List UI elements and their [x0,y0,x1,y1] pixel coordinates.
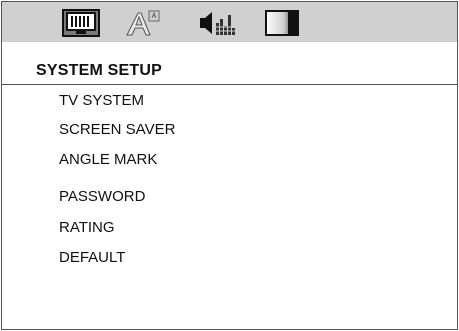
menu-item-screen-saver[interactable]: SCREEN SAVER [59,121,175,138]
setup-menu-list: TV SYSTEM SCREEN SAVER ANGLE MARK PASSWO… [2,84,457,284]
video-contrast-icon[interactable] [264,9,300,37]
menu-item-default[interactable]: DEFAULT [59,249,125,266]
setup-menu-window: SYSTEM SETUP TV SYSTEM SCREEN SAVER ANGL… [1,1,458,330]
menu-item-tv-system[interactable]: TV SYSTEM [59,92,144,109]
menu-item-angle-mark[interactable]: ANGLE MARK [59,151,157,168]
menu-item-password[interactable]: PASSWORD [59,188,145,205]
monitor-icon[interactable] [62,9,100,37]
page-title: SYSTEM SETUP [36,62,162,79]
setup-tab-bar [2,2,457,42]
audio-speaker-icon[interactable] [198,9,238,37]
title-bar: SYSTEM SETUP [2,58,457,85]
language-icon[interactable] [125,9,163,37]
menu-item-rating[interactable]: RATING [59,219,115,236]
